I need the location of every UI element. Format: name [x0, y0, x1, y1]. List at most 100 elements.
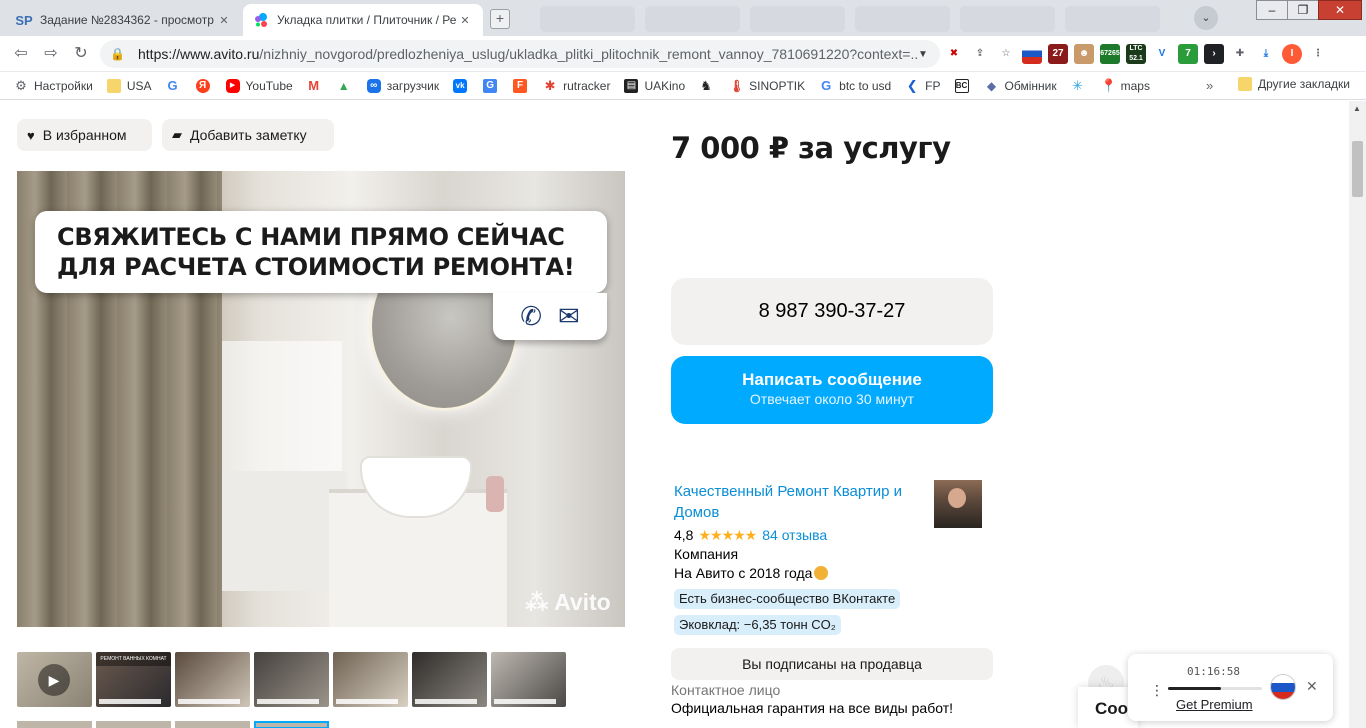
vk-community-tag[interactable]: Есть бизнес-сообщество ВКонтакте — [674, 589, 901, 609]
bookmark-settings[interactable]: ⚙ Настройки — [14, 78, 93, 93]
cat-extension-icon[interactable]: ☻ — [1074, 44, 1094, 64]
russia-flag-icon[interactable] — [1022, 44, 1042, 64]
download-badge-icon[interactable]: 7 — [1178, 44, 1198, 64]
thumbnail[interactable] — [491, 652, 566, 707]
tab-task[interactable]: SP Задание №2834362 - просмотр з ✕ — [6, 4, 242, 36]
extension-badge-icon[interactable]: 27 — [1048, 44, 1068, 64]
bookmark-rutracker[interactable]: ✱ rutracker — [543, 77, 611, 93]
bookmark-loader[interactable]: ∞ загрузчик — [366, 78, 439, 93]
bookmark-gmail[interactable]: M — [307, 78, 327, 93]
url-field[interactable]: 🔒 https://www.avito.ru/nizhniy_novgorod/… — [100, 40, 940, 68]
new-tab-button[interactable]: + — [490, 9, 510, 29]
chess-icon: ♞ — [700, 77, 712, 93]
back-arrow-icon[interactable]: ⇦ — [10, 44, 32, 64]
vk-icon: vk — [453, 78, 468, 93]
bookmarks-more-button[interactable]: » — [1206, 78, 1213, 93]
thumbnail[interactable] — [254, 652, 329, 707]
bookmark-f[interactable]: F — [513, 78, 533, 93]
bookmark-fp[interactable]: ❮ FP — [905, 78, 941, 93]
forward-arrow-icon[interactable]: ⇨ — [40, 44, 62, 64]
other-bookmarks[interactable]: Другие закладки — [1238, 77, 1350, 91]
write-message-button[interactable]: Написать сообщение Отвечает около 30 мин… — [671, 356, 993, 424]
bitcoin-price-icon[interactable]: 67265 — [1100, 44, 1120, 64]
thumbnail[interactable]: РЕМОНТ ВАННЫХ КОМНАТ — [96, 652, 171, 707]
bookmark-sinoptik[interactable]: 🌡 SINOPTIK — [729, 79, 805, 93]
reviews-link[interactable]: 84 отзыва — [762, 526, 827, 544]
bookmark-translate[interactable]: G — [483, 78, 503, 93]
puzzle-icon[interactable]: ✚ — [1230, 44, 1250, 64]
callout-line-2: ДЛЯ РАСЧЕТА СТОИМОСТИ РЕМОНТА! — [57, 253, 575, 281]
thumbnail[interactable] — [96, 721, 171, 728]
get-premium-link[interactable]: Get Premium — [1176, 697, 1253, 712]
scroll-thumb[interactable] — [1352, 141, 1363, 197]
tab-avito[interactable]: Укладка плитки / Плиточник / Ре ✕ — [243, 4, 483, 36]
v-extension-icon[interactable]: V — [1152, 44, 1172, 64]
callout-line-1: СВЯЖИТЕСЬ С НАМИ ПРЯМО СЕЙЧАС — [57, 223, 565, 251]
close-icon[interactable]: ✕ — [1306, 678, 1318, 695]
vpn-progress — [1168, 687, 1262, 690]
loader-icon: ∞ — [366, 78, 381, 93]
add-note-button[interactable]: ▰ Добавить заметку — [162, 119, 334, 151]
thumbnail[interactable] — [333, 652, 408, 707]
scroll-up-icon[interactable]: ▲ — [1353, 104, 1361, 113]
bookmark-uakino[interactable]: ▤ UAKino — [624, 78, 685, 93]
page-scrollbar[interactable]: ▲ — [1349, 101, 1366, 728]
downloads-icon[interactable]: ⤓ — [1256, 44, 1276, 64]
bookmark-drive[interactable]: ▲ — [337, 79, 357, 93]
seller-type: Компания — [674, 546, 739, 562]
bookmark-star-icon[interactable]: ☆ — [996, 44, 1016, 64]
thumbnail-strip: ▶ РЕМОНТ ВАННЫХ КОМНАТ — [17, 652, 566, 707]
bookmark-youtube[interactable]: ▶ YouTube — [225, 78, 293, 93]
minimize-button[interactable]: – — [1256, 0, 1288, 20]
profile-avatar[interactable]: I — [1282, 44, 1302, 64]
favorite-button[interactable]: ♥ В избранном — [17, 119, 152, 151]
drive-icon: ▲ — [337, 78, 350, 93]
heart-icon: ♥ — [27, 127, 35, 143]
menu-dots-icon[interactable]: ⋮ — [1150, 682, 1164, 699]
ltc-price-icon[interactable]: LTC 52.1 — [1126, 44, 1146, 64]
window-controls: – ❐ ✕ — [1256, 0, 1362, 20]
bc-icon: BC — [954, 78, 969, 93]
russia-flag-icon[interactable] — [1270, 674, 1296, 700]
eco-contribution-tag[interactable]: Эковклад: −6,35 тонн CO₂ — [674, 615, 841, 635]
bookmark-star[interactable]: ✳ — [1071, 78, 1091, 93]
bookmark-exchange[interactable]: ◆ Обмінник — [985, 79, 1057, 93]
seller-name-link[interactable]: Качественный Ремонт Квартир и Домов — [674, 481, 924, 523]
bookmark-bc[interactable]: BC — [954, 78, 975, 93]
sp-favicon-icon: SP — [15, 12, 33, 28]
close-icon[interactable]: ✕ — [216, 14, 232, 27]
terminal-icon[interactable]: › — [1204, 44, 1224, 64]
thumbnail-video[interactable]: ▶ — [17, 652, 92, 707]
extensions-bar: ✖ ⇪ ☆ 27 ☻ 67265 LTC 52.1 V 7 › ✚ ⤓ I ⋮ — [944, 44, 1328, 64]
bookmark-chess[interactable]: ♞ — [699, 77, 719, 93]
restore-button[interactable]: ❐ — [1287, 0, 1319, 20]
bookmark-google[interactable]: G — [166, 78, 186, 93]
url-dropdown-icon[interactable]: ▼ — [918, 49, 930, 60]
menu-kebab-icon[interactable]: ⋮ — [1308, 44, 1328, 64]
bookmark-btc[interactable]: Gbtc to usd — [819, 78, 891, 93]
seller-avatar[interactable] — [934, 480, 982, 528]
bookmark-yandex[interactable]: Я — [195, 78, 216, 93]
rutracker-icon: ✱ — [544, 77, 556, 93]
thumbnail[interactable] — [17, 721, 92, 728]
wall-tiles — [222, 341, 342, 481]
close-icon[interactable]: ✕ — [457, 14, 473, 27]
show-phone-button[interactable]: 8 987 390-37-27 — [671, 278, 993, 345]
subscribed-button[interactable]: Вы подписаны на продавца — [671, 648, 993, 680]
thumbnail[interactable] — [412, 652, 487, 707]
background-tabs — [540, 6, 1160, 32]
mail-icon: ✉ — [558, 301, 580, 331]
thumbnail[interactable] — [175, 652, 250, 707]
share-icon[interactable]: ⇪ — [970, 44, 990, 64]
thumbnail[interactable] — [175, 721, 250, 728]
reload-icon[interactable]: ↻ — [70, 44, 92, 64]
price: 7 000 ₽ за услугу — [671, 131, 951, 165]
window-close-button[interactable]: ✕ — [1318, 0, 1362, 20]
camera-block-icon[interactable]: ✖ — [944, 44, 964, 64]
bookmark-vk[interactable]: vk — [453, 78, 473, 93]
tab-search-icon[interactable]: ⌄ — [1194, 6, 1218, 30]
bookmark-usa[interactable]: USA — [106, 78, 152, 93]
thumbnail-selected[interactable] — [254, 721, 329, 728]
main-photo[interactable]: СВЯЖИТЕСЬ С НАМИ ПРЯМО СЕЙЧАС ДЛЯ РАСЧЕТ… — [17, 171, 625, 627]
bookmark-maps[interactable]: 📍 maps — [1101, 78, 1150, 93]
